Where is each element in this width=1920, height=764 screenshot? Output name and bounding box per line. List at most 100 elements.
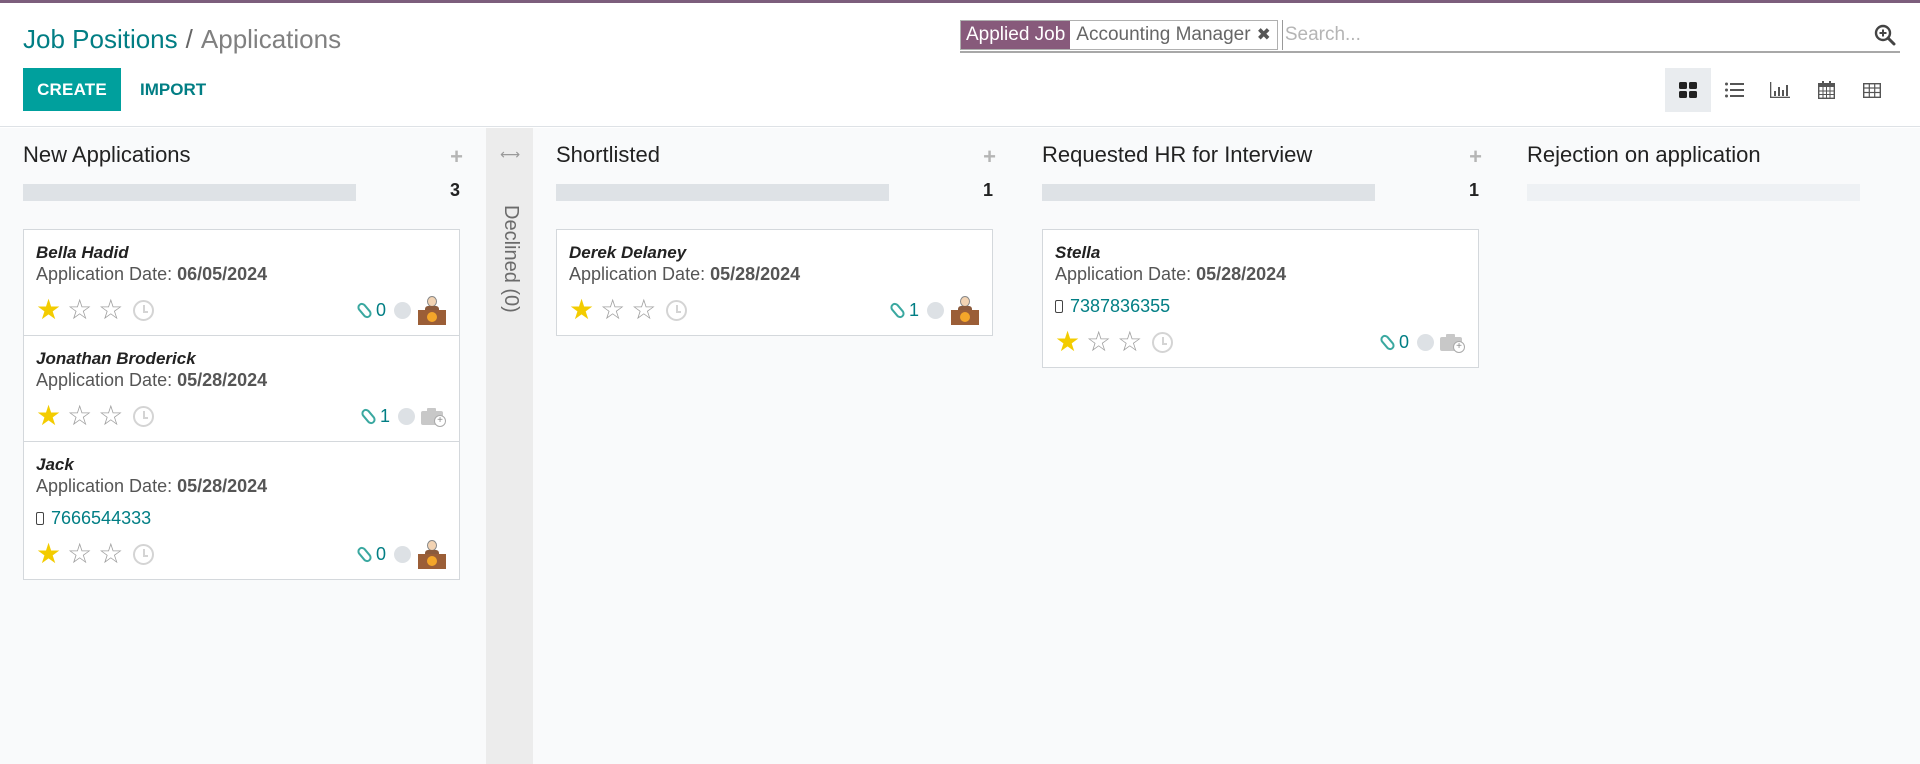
calendar-view-button[interactable] [1803, 68, 1849, 112]
list-view-button[interactable] [1711, 68, 1757, 112]
unfold-arrows-icon[interactable]: ⟷ [500, 146, 520, 163]
column-count: 1 [1468, 180, 1479, 200]
phone-number[interactable]: 7387836355 [1070, 295, 1170, 317]
priority-star-icon[interactable]: ☆ [600, 296, 625, 324]
application-date-label: Application Date: [1055, 264, 1192, 284]
application-date: Application Date: 05/28/2024 [569, 263, 980, 285]
attachment-count: 0 [375, 543, 386, 564]
applicant-name: Jack [36, 455, 74, 474]
facet-value-text: Accounting Manager [1076, 24, 1251, 45]
activity-clock-icon[interactable] [1152, 331, 1174, 353]
column-quick-add-icon[interactable]: + [450, 144, 463, 170]
search-input[interactable] [1281, 20, 1870, 50]
breadcrumb-separator: / [185, 24, 193, 54]
application-date-label: Application Date: [36, 476, 173, 496]
bar-chart-icon [1770, 82, 1790, 98]
priority-star-icon[interactable]: ★ [1055, 328, 1080, 356]
paperclip-icon [888, 300, 907, 320]
kanban-state-dot[interactable] [398, 407, 415, 425]
paperclip-icon [355, 544, 374, 564]
column-quick-add-icon[interactable]: + [983, 144, 996, 170]
activity-clock-icon[interactable] [666, 299, 688, 321]
application-date-label: Application Date: [36, 264, 173, 284]
kanban-card[interactable]: Stella Application Date: 05/28/2024 7387… [1042, 229, 1479, 368]
column-title: New Applications [23, 142, 191, 167]
priority-star-icon[interactable]: ☆ [98, 540, 123, 568]
kanban-card[interactable]: Jack Application Date: 05/28/2024 766654… [23, 441, 460, 580]
breadcrumb-job-positions[interactable]: Job Positions [23, 24, 178, 54]
attachments[interactable]: 0 [355, 543, 386, 565]
activity-clock-icon[interactable] [133, 299, 155, 321]
kanban-state-dot[interactable] [394, 301, 411, 319]
column-progress-bar[interactable] [23, 184, 356, 201]
attachments[interactable]: 0 [1378, 331, 1409, 353]
applicant-name: Jonathan Broderick [36, 349, 196, 368]
breadcrumb: Job Positions / Applications [23, 21, 341, 57]
breadcrumb-applications: Applications [200, 24, 342, 54]
paperclip-icon [355, 300, 374, 320]
phone-link[interactable]: 7387836355 [1055, 295, 1466, 317]
priority-star-icon[interactable]: ☆ [631, 296, 656, 324]
application-date-label: Application Date: [36, 370, 173, 390]
avatar[interactable] [417, 539, 447, 569]
kanban-card[interactable]: Bella Hadid Application Date: 06/05/2024… [23, 229, 460, 336]
kanban-card[interactable]: Derek Delaney Application Date: 05/28/20… [556, 229, 993, 336]
priority-star-icon[interactable]: ☆ [67, 402, 92, 430]
facet-label: Applied Job [961, 21, 1071, 49]
column-count: 1 [982, 180, 993, 200]
application-date: Application Date: 05/28/2024 [36, 475, 447, 497]
kanban-state-dot[interactable] [1417, 333, 1434, 351]
attachments[interactable]: 1 [359, 405, 390, 427]
avatar[interactable] [950, 295, 980, 325]
kanban-board: New Applications + 3 Bella Hadid Applica… [0, 128, 1920, 764]
activity-clock-icon[interactable] [133, 543, 155, 565]
facet-remove-icon[interactable]: ✖ [1257, 25, 1271, 45]
column-title: Rejection on application [1527, 142, 1761, 167]
search-facet: Applied Job Accounting Manager ✖ [960, 20, 1278, 50]
camera-placeholder-icon[interactable]: + [1440, 333, 1466, 353]
priority-star-icon[interactable]: ☆ [98, 296, 123, 324]
priority-star-icon[interactable]: ★ [36, 296, 61, 324]
priority-star-icon[interactable]: ★ [36, 402, 61, 430]
column-progress-bar[interactable] [556, 184, 889, 201]
kanban-icon [1679, 82, 1697, 98]
paperclip-icon [359, 406, 378, 426]
priority-star-icon[interactable]: ☆ [98, 402, 123, 430]
kanban-state-dot[interactable] [927, 301, 944, 319]
list-icon [1724, 82, 1744, 98]
folded-column-declined[interactable]: ⟷ Declined (0) [486, 128, 533, 764]
priority-star-icon[interactable]: ★ [569, 296, 594, 324]
column-progress-bar[interactable] [1042, 184, 1375, 201]
priority-star-icon[interactable]: ☆ [67, 296, 92, 324]
camera-placeholder-icon[interactable]: + [421, 407, 447, 427]
priority-star-icon[interactable]: ★ [36, 540, 61, 568]
calendar-icon [1817, 81, 1835, 99]
application-date: Application Date: 05/28/2024 [1055, 263, 1466, 285]
phone-number[interactable]: 7666544333 [51, 507, 151, 529]
column-progress-bar[interactable] [1527, 184, 1860, 201]
graph-view-button[interactable] [1757, 68, 1803, 112]
column-quick-add-icon[interactable]: + [1469, 144, 1482, 170]
import-button[interactable]: IMPORT [130, 68, 216, 111]
activity-clock-icon[interactable] [133, 405, 155, 427]
attachment-count: 1 [379, 405, 390, 426]
control-panel: Job Positions / Applications CREATE IMPORT… [0, 3, 1920, 127]
phone-link[interactable]: 7666544333 [36, 507, 447, 529]
priority-star-icon[interactable]: ☆ [1086, 328, 1111, 356]
pivot-view-button[interactable] [1849, 68, 1895, 112]
attachment-count: 0 [1398, 331, 1409, 352]
search-plus-icon[interactable] [1870, 20, 1900, 50]
kanban-state-dot[interactable] [394, 545, 411, 563]
application-date: Application Date: 06/05/2024 [36, 263, 447, 285]
attachments[interactable]: 0 [355, 300, 386, 321]
pivot-table-icon [1863, 82, 1881, 98]
priority-star-icon[interactable]: ☆ [67, 540, 92, 568]
kanban-card[interactable]: Jonathan Broderick Application Date: 05/… [23, 335, 460, 442]
kanban-view-button[interactable] [1665, 68, 1711, 112]
priority-star-icon[interactable]: ☆ [1117, 328, 1142, 356]
application-date: Application Date: 05/28/2024 [36, 369, 447, 391]
attachments[interactable]: 1 [888, 300, 919, 321]
create-button[interactable]: CREATE [23, 68, 121, 111]
avatar[interactable] [417, 295, 447, 325]
mobile-phone-icon [36, 511, 44, 525]
